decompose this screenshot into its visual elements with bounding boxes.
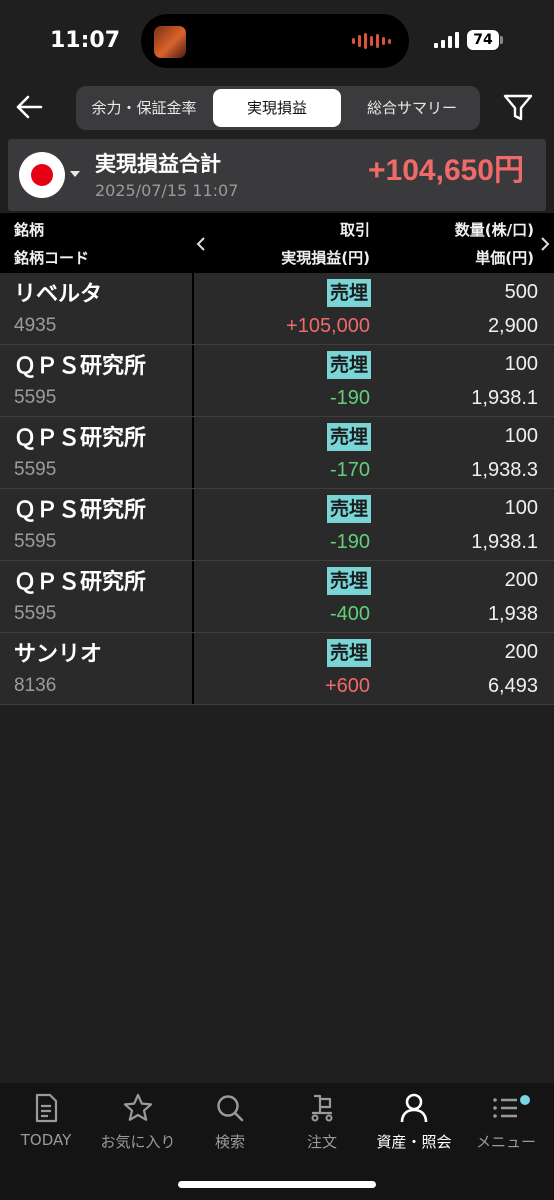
cart-icon bbox=[311, 1094, 333, 1122]
chevron-down-icon[interactable] bbox=[70, 171, 80, 177]
trade-type-badge: 売埋 bbox=[326, 351, 371, 379]
nav-assets[interactable]: 資産・照会 bbox=[368, 1091, 460, 1152]
stock-name: ＱＰＳ研究所 bbox=[14, 354, 147, 379]
header-unit-price: 単価(円) bbox=[475, 249, 534, 267]
nav-favorites[interactable]: お気に入り bbox=[92, 1091, 184, 1152]
menu-icon bbox=[493, 1098, 517, 1118]
nav-label: TODAY bbox=[20, 1131, 72, 1149]
stock-code: 5595 bbox=[14, 531, 57, 552]
nav-search[interactable]: 検索 bbox=[184, 1091, 276, 1152]
unit-price: 1,938 bbox=[487, 603, 538, 625]
document-icon bbox=[35, 1093, 58, 1123]
cellular-signal-icon bbox=[434, 32, 459, 48]
realized-pl: -190 bbox=[329, 531, 370, 553]
tab-summary[interactable]: 総合サマリー bbox=[344, 89, 480, 127]
stock-code: 4935 bbox=[14, 315, 57, 336]
stock-name: ＱＰＳ研究所 bbox=[14, 426, 147, 451]
nav-label: 注文 bbox=[306, 1133, 337, 1151]
header-quantity: 数量(株/口) bbox=[454, 221, 534, 239]
column-divider bbox=[192, 417, 194, 488]
realized-pl: +600 bbox=[324, 675, 370, 697]
stock-code: 8136 bbox=[14, 675, 57, 696]
realized-pl: +105,000 bbox=[286, 315, 370, 337]
summary-date: 2025/07/15 11:07 bbox=[95, 181, 239, 200]
column-divider bbox=[192, 561, 194, 632]
table-row[interactable]: ＱＰＳ研究所 5595 売埋 -400 200 1,938 bbox=[0, 561, 554, 633]
home-indicator[interactable] bbox=[178, 1181, 376, 1188]
nav-label: 検索 bbox=[214, 1133, 245, 1151]
stock-name: リベルタ bbox=[14, 282, 103, 307]
stock-name: サンリオ bbox=[14, 642, 103, 667]
nav-label: メニュー bbox=[475, 1133, 536, 1151]
tab-margin-ratio[interactable]: 余力・保証金率 bbox=[76, 89, 212, 127]
table-row[interactable]: ＱＰＳ研究所 5595 売埋 -190 100 1,938.1 bbox=[0, 489, 554, 561]
column-divider bbox=[192, 489, 194, 560]
filter-icon[interactable] bbox=[501, 90, 535, 124]
tab-realized-pl[interactable]: 実現損益 bbox=[213, 89, 341, 127]
table-row[interactable]: リベルタ 4935 売埋 +105,000 500 2,900 bbox=[0, 273, 554, 345]
unit-price: 2,900 bbox=[487, 315, 538, 337]
nav-today[interactable]: TODAY bbox=[0, 1091, 92, 1149]
trade-type-badge: 売埋 bbox=[326, 639, 371, 667]
stock-name: ＱＰＳ研究所 bbox=[14, 570, 147, 595]
tab-segment-control: 余力・保証金率 実現損益 総合サマリー bbox=[76, 86, 480, 130]
unit-price: 1,938.1 bbox=[471, 531, 538, 553]
unit-price: 6,493 bbox=[487, 675, 538, 697]
table-row[interactable]: ＱＰＳ研究所 5595 売埋 -190 100 1,938.1 bbox=[0, 345, 554, 417]
column-divider bbox=[192, 273, 194, 344]
summary-total: +104,650円 bbox=[368, 154, 524, 187]
person-icon bbox=[400, 1093, 428, 1123]
column-divider bbox=[192, 633, 194, 704]
quantity: 100 bbox=[504, 353, 538, 375]
table-row[interactable]: サンリオ 8136 売埋 +600 200 6,493 bbox=[0, 633, 554, 705]
stock-code: 5595 bbox=[14, 603, 57, 624]
header-stock-code: 銘柄コード bbox=[14, 249, 90, 267]
battery-tip bbox=[500, 36, 503, 44]
quantity: 100 bbox=[504, 497, 538, 519]
header-stock-name: 銘柄 bbox=[14, 221, 45, 239]
status-bar: 11:07 74 bbox=[0, 0, 554, 82]
chevron-right-icon[interactable] bbox=[538, 235, 552, 253]
unit-price: 1,938.3 bbox=[471, 459, 538, 481]
quantity: 200 bbox=[504, 641, 538, 663]
quantity: 100 bbox=[504, 425, 538, 447]
star-icon bbox=[123, 1093, 153, 1121]
summary-title: 実現損益合計 bbox=[95, 152, 221, 176]
realized-pl: -400 bbox=[329, 603, 370, 625]
nav-order[interactable]: 注文 bbox=[276, 1091, 368, 1152]
trade-type-badge: 売埋 bbox=[326, 423, 371, 451]
column-divider bbox=[192, 345, 194, 416]
unit-price: 1,938.1 bbox=[471, 387, 538, 409]
stock-code: 5595 bbox=[14, 387, 57, 408]
notification-dot bbox=[520, 1095, 530, 1105]
table-header: 銘柄 銘柄コード 取引 実現損益(円) 数量(株/口) 単価(円) bbox=[0, 213, 554, 273]
japan-flag-icon[interactable] bbox=[19, 152, 65, 198]
now-playing-app-icon bbox=[154, 26, 186, 58]
battery-icon: 74 bbox=[467, 30, 499, 50]
status-time: 11:07 bbox=[50, 28, 121, 53]
nav-label: 資産・照会 bbox=[376, 1133, 452, 1151]
quantity: 200 bbox=[504, 569, 538, 591]
stock-code: 5595 bbox=[14, 459, 57, 480]
table-row[interactable]: ＱＰＳ研究所 5595 売埋 -170 100 1,938.3 bbox=[0, 417, 554, 489]
realized-pl: -170 bbox=[329, 459, 370, 481]
chevron-left-icon[interactable] bbox=[194, 235, 208, 253]
back-arrow-icon[interactable] bbox=[14, 92, 44, 122]
realized-pl-summary: 実現損益合計 2025/07/15 11:07 +104,650円 bbox=[8, 139, 546, 211]
realized-pl: -190 bbox=[329, 387, 370, 409]
dynamic-island[interactable] bbox=[141, 14, 409, 68]
search-icon bbox=[217, 1095, 244, 1122]
quantity: 500 bbox=[504, 281, 538, 303]
stock-name: ＱＰＳ研究所 bbox=[14, 498, 147, 523]
header-realized-pl: 実現損益(円) bbox=[281, 249, 370, 267]
trade-type-badge: 売埋 bbox=[326, 279, 371, 307]
trade-list: リベルタ 4935 売埋 +105,000 500 2,900 ＱＰＳ研究所 5… bbox=[0, 273, 554, 705]
audio-wave-icon bbox=[352, 33, 391, 49]
trade-type-badge: 売埋 bbox=[326, 495, 371, 523]
trade-type-badge: 売埋 bbox=[326, 567, 371, 595]
nav-label: お気に入り bbox=[100, 1133, 176, 1151]
header-trade: 取引 bbox=[339, 221, 370, 239]
nav-menu[interactable]: メニュー bbox=[460, 1091, 552, 1152]
